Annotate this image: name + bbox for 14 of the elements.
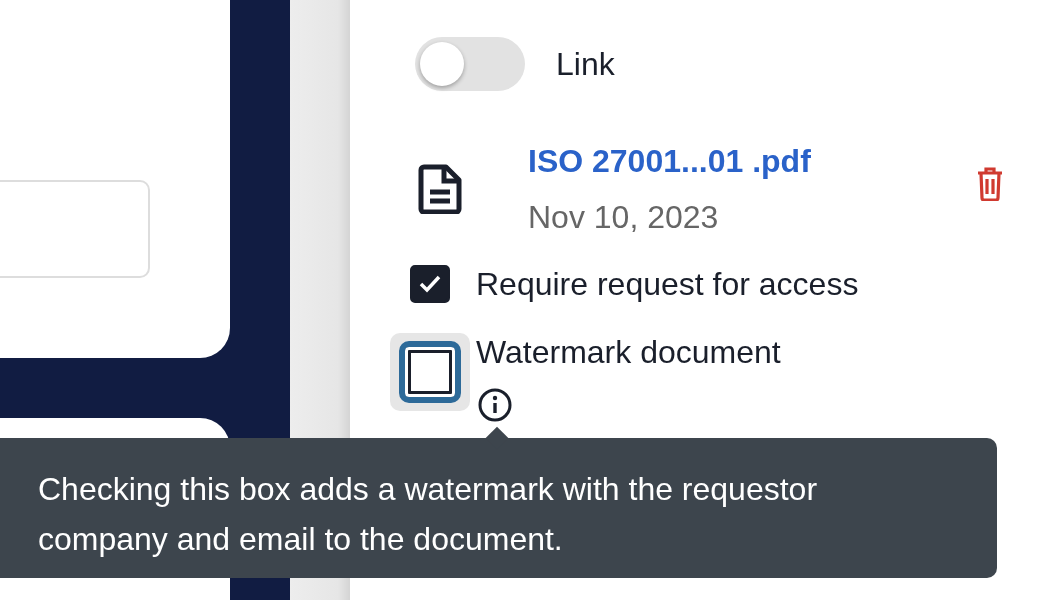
- document-icon: [418, 164, 462, 214]
- checkbox[interactable]: [399, 341, 461, 403]
- info-icon[interactable]: [476, 388, 514, 422]
- tooltip-text: Checking this box adds a watermark with the requestor company and email to the document.: [38, 470, 819, 559]
- file-link[interactable]: ISO 27001...01 .pdf: [528, 142, 976, 180]
- checkbox[interactable]: [410, 265, 450, 303]
- checkbox-label: Watermark document: [476, 333, 782, 371]
- toggle-label: Link: [556, 45, 615, 83]
- input-field[interactable]: [0, 180, 150, 278]
- checkmark-icon: [418, 274, 442, 294]
- file-date: Nov 10, 2023: [528, 198, 720, 236]
- trash-icon[interactable]: [976, 167, 1004, 201]
- checkbox-label: Require request for access: [476, 265, 860, 303]
- toggle-switch[interactable]: [415, 37, 525, 91]
